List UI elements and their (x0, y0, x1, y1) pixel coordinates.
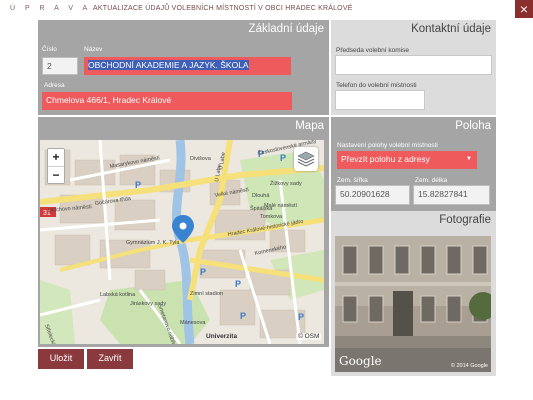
map-title: Mapa (295, 120, 324, 132)
name-field[interactable]: OBCHODNÍ AKADEMIE A JAZYK. ŠKOLA (84, 57, 291, 75)
photo-title: Fotografie (439, 214, 491, 226)
number-field[interactable]: 2 (42, 57, 78, 75)
map-street-label: Dlouhá (252, 193, 270, 199)
longitude-field[interactable]: 15.82827841 (413, 185, 490, 205)
close-icon[interactable]: × (515, 0, 533, 18)
zoom-control: + − (47, 148, 65, 184)
dialog-title-prefix: Ú P R A V A (10, 5, 92, 12)
map-view[interactable]: 31 P P P P P P P Divišova U Labe Masarykov… (40, 140, 324, 344)
dialog-title-text: AKTUALIZACE ÚDAJŮ VOLEBNÍCH MÍSTNOSTÍ V … (93, 5, 353, 12)
map-street-label: Zimní stadion (190, 291, 223, 297)
parking-icon: P (280, 153, 286, 163)
chevron-down-icon: ▼ (466, 156, 472, 162)
parking-icon: P (298, 312, 304, 322)
position-setting-label: Nastavení polohy volební místnosti (337, 142, 438, 149)
map-street-label: Špitálská (250, 205, 273, 212)
contact-panel: Kontaktní údaje Předseda volební komise … (331, 20, 496, 115)
map-street-label: Žižkovy sady (270, 179, 302, 187)
address-label: Adresa (44, 82, 65, 89)
close-button[interactable]: Zavřít (87, 349, 133, 369)
chair-field[interactable] (335, 55, 492, 75)
basic-info-panel: Základní údaje Číslo 2 Název OBCHODNÍ AK… (38, 20, 329, 115)
parking-icon: P (235, 279, 241, 289)
number-label: Číslo (42, 46, 57, 53)
zoom-in-button[interactable]: + (48, 149, 64, 166)
map-canvas[interactable]: 31 P P P P P P P Divišova U LabeMasarykov… (40, 140, 324, 344)
parking-icon: P (200, 267, 206, 277)
zoom-out-button[interactable]: − (48, 166, 64, 183)
longitude-label: Zem. délka (415, 177, 448, 184)
name-label: Název (84, 46, 103, 53)
position-setting-value: Převzít polohu z adresy (341, 154, 430, 164)
google-logo: Google (339, 354, 382, 368)
layers-icon[interactable] (294, 147, 318, 171)
dialog-title: Ú P R A V A AKTUALIZACE ÚDAJŮ VOLEBNÍCH … (10, 5, 353, 12)
phone-label: Telefon do volební místnosti (336, 82, 417, 89)
position-setting-select[interactable]: Převzít polohu z adresy ▼ (337, 151, 477, 169)
map-attribution[interactable]: © OSM (296, 333, 322, 340)
photo-copyright: © 2014 Google (450, 363, 488, 369)
basic-info-title: Základní údaje (248, 23, 324, 35)
map-street-label: Divišova (190, 156, 212, 162)
map-street-label: Mánesova (180, 320, 206, 326)
save-button[interactable]: Uložit (38, 349, 84, 369)
position-title: Poloha (455, 120, 491, 132)
latitude-label: Zem. šířka (337, 177, 368, 184)
parking-icon: P (135, 180, 141, 190)
phone-field[interactable] (335, 90, 425, 110)
map-street-label: Gymnázium J. K. Tyla (126, 240, 180, 246)
position-panel: Poloha Nastavení polohy volební místnost… (331, 117, 496, 211)
parking-icon: P (240, 311, 246, 321)
map-street-label: Tomkova (260, 214, 283, 220)
name-value: OBCHODNÍ AKADEMIE A JAZYK. ŠKOLA (88, 60, 249, 70)
street-view-photo[interactable]: Google © 2014 Google (335, 236, 491, 372)
map-brand: Univerzita (206, 333, 238, 340)
chair-label: Předseda volební komise (336, 47, 409, 54)
map-street-label: Labská kotlina (100, 292, 136, 298)
contact-title: Kontaktní údaje (411, 23, 491, 35)
latitude-field[interactable]: 50.20901628 (335, 185, 410, 205)
address-field[interactable]: Chmelova 466/1, Hradec Králové (42, 92, 292, 110)
